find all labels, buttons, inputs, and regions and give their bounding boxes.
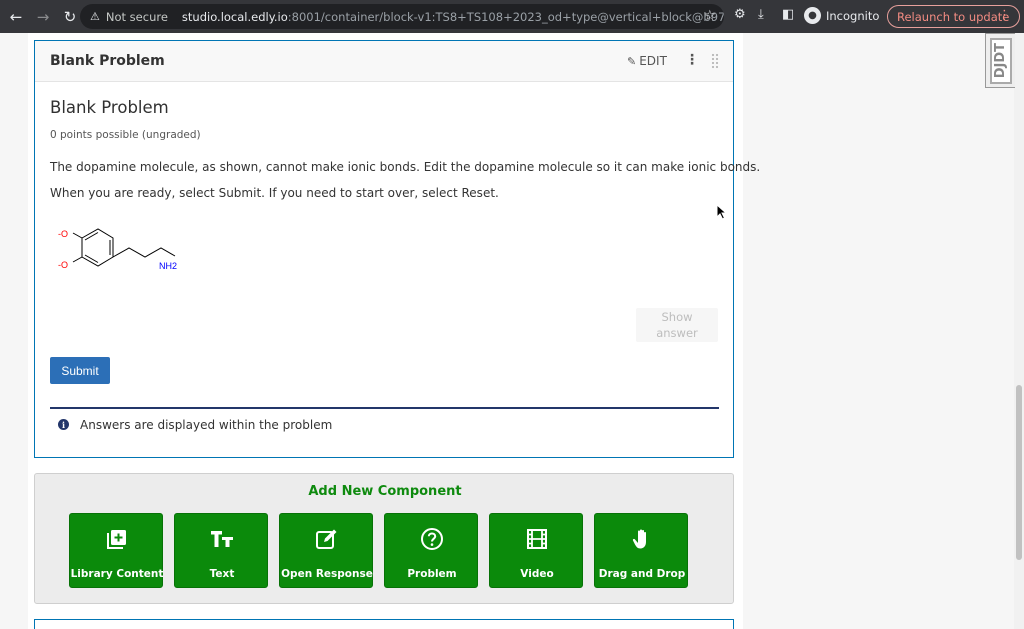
incognito-label: Incognito: [826, 8, 880, 23]
open-response-label: Open Response: [281, 568, 373, 580]
django-debug-toolbar-handle[interactable]: DJDT: [985, 33, 1015, 88]
ring-double-bond: [84, 254, 99, 263]
incognito-indicator[interactable]: ● Incognito: [804, 7, 879, 24]
add-video-button[interactable]: Video: [489, 513, 583, 588]
library-add-icon: [70, 528, 164, 550]
djdt-logo: DJDT: [989, 37, 1012, 84]
dopamine-structure[interactable]: -O -O NH2: [58, 228, 177, 271]
xblock-blank-problem: Blank Problem ✎ EDIT ⋮ Blank Problem 0 p…: [34, 40, 760, 458]
xblock-title: Blank Problem: [50, 53, 165, 69]
add-text-button[interactable]: Text: [174, 513, 268, 588]
reload-icon[interactable]: ↻: [58, 5, 82, 29]
points-possible: 0 points possible (ungraded): [50, 129, 201, 141]
bookmark-star-icon[interactable]: ☆: [703, 8, 716, 24]
djdt-label: DJDT: [993, 42, 1008, 79]
show-answer-label-line1: Show: [661, 310, 693, 324]
notification-text: Answers are displayed within the problem: [80, 417, 333, 432]
benzene-ring: [81, 228, 114, 267]
more-actions-icon[interactable]: ⋮: [685, 52, 699, 68]
add-library-content-button[interactable]: Library Content: [69, 513, 163, 588]
show-answer-label-line2: answer: [656, 326, 698, 340]
url-host[interactable]: studio.local.edly.io: [182, 10, 288, 24]
back-icon[interactable]: ←: [4, 5, 28, 29]
edit-label: EDIT: [639, 54, 667, 68]
address-bar[interactable]: ⚠ Not secure studio.local.edly.io :8001/…: [80, 4, 724, 29]
hand-icon: [595, 528, 689, 550]
pencil-icon: ✎: [627, 54, 637, 68]
problem-label: Problem: [407, 568, 457, 580]
atom-nitrogen[interactable]: NH2: [159, 261, 177, 271]
drag-handle-icon[interactable]: [711, 53, 719, 69]
add-problem-button[interactable]: Problem: [384, 513, 478, 588]
edit-button[interactable]: ✎ EDIT: [627, 54, 667, 68]
relaunch-label: Relaunch to update: [897, 9, 1010, 24]
problem-instructions: When you are ready, select Submit. If yo…: [50, 186, 499, 200]
show-answer-button[interactable]: Show answer: [636, 308, 718, 342]
video-label: Video: [520, 568, 554, 580]
bond-o-bottom: [72, 256, 83, 263]
forward-icon[interactable]: →: [31, 5, 55, 29]
add-open-response-button[interactable]: Open Response: [279, 513, 373, 588]
next-xblock: [34, 619, 734, 629]
atom-oxygen-top[interactable]: -O: [58, 229, 68, 239]
page-viewport: Blank Problem ✎ EDIT ⋮ Blank Problem 0 p…: [0, 33, 1014, 629]
download-icon[interactable]: ⤓: [758, 7, 764, 22]
problem-prompt: The dopamine molecule, as shown, cannot …: [50, 160, 761, 174]
atom-oxygen-bottom[interactable]: -O: [58, 260, 68, 270]
help-circle-icon: [385, 528, 479, 550]
notification-bar: i Answers are displayed within the probl…: [50, 407, 719, 440]
molecule-editor[interactable]: -O -O NH2: [50, 216, 730, 301]
browser-toolbar: ← → ↻ ⚠ Not secure studio.local.edly.io …: [0, 0, 1024, 33]
add-component-title: Add New Component: [308, 484, 462, 499]
incognito-icon: ●: [804, 7, 821, 24]
warning-icon[interactable]: ⚠: [90, 10, 100, 23]
drag-and-drop-label: Drag and Drop: [598, 568, 686, 580]
bond-o-top: [72, 232, 83, 239]
film-icon: [490, 528, 584, 550]
info-icon: i: [58, 419, 69, 430]
problem-title: Blank Problem: [50, 98, 169, 117]
add-drag-and-drop-button[interactable]: Drag and Drop: [594, 513, 688, 588]
url-path[interactable]: :8001/container/block-v1:TS8+TS108+2023_…: [288, 10, 724, 24]
relaunch-button[interactable]: Relaunch to update ⋮: [887, 5, 1020, 28]
ethylamine-chain: [112, 247, 176, 258]
side-panel-icon[interactable]: ◧: [782, 7, 794, 22]
library-content-label: Library Content: [70, 568, 164, 580]
mouse-cursor-icon: [716, 204, 728, 220]
submit-button[interactable]: Submit: [50, 357, 110, 384]
more-vert-icon[interactable]: ⋮: [998, 8, 1011, 23]
xblock-header: Blank Problem ✎ EDIT ⋮: [35, 41, 733, 82]
security-label[interactable]: Not secure: [106, 10, 168, 24]
text-icon: [175, 528, 269, 550]
scrollbar-thumb[interactable]: [1016, 385, 1022, 560]
page-scrollbar[interactable]: [1014, 33, 1024, 629]
text-label: Text: [209, 568, 235, 580]
ring-double-bond: [84, 232, 99, 241]
add-new-component-panel: Add New Component Library Content Text O…: [34, 473, 734, 604]
extensions-icon[interactable]: ⚙: [734, 7, 746, 22]
edit-note-icon: [280, 528, 374, 550]
